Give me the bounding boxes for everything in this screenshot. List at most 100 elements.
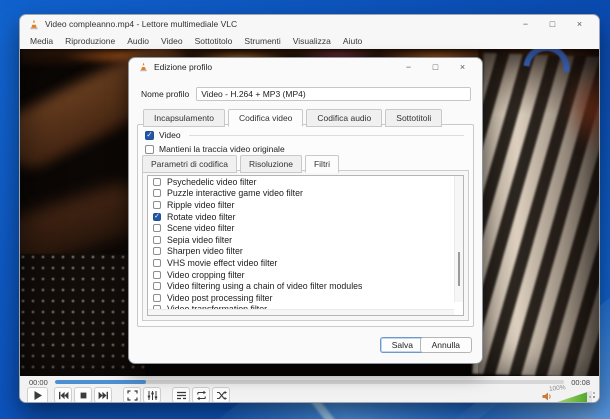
- subtab-risoluzione[interactable]: Risoluzione: [240, 155, 302, 173]
- filtri-panel: Psychedelic video filter Puzzle interacti…: [142, 170, 469, 321]
- menu-strumenti[interactable]: Strumenti: [244, 36, 280, 46]
- filter-label: Psychedelic video filter: [167, 176, 257, 187]
- video-subtabs: Parametri di codifica Risoluzione Filtri: [142, 155, 342, 173]
- menu-video[interactable]: Video: [161, 36, 183, 46]
- filter-item[interactable]: Scene video filter: [148, 222, 463, 234]
- keep-original-row: Mantieni la traccia video originale: [145, 144, 464, 154]
- filter-item[interactable]: Ripple video filter: [148, 199, 463, 211]
- profile-name-input[interactable]: [196, 87, 471, 101]
- dialog-maximize-icon[interactable]: □: [422, 58, 449, 76]
- playlist-icon: [176, 391, 186, 399]
- menu-visualizza[interactable]: Visualizza: [293, 36, 331, 46]
- next-icon: [98, 391, 108, 399]
- tab-codifica-video[interactable]: Codifica video: [228, 109, 304, 127]
- tab-incapsulamento[interactable]: Incapsulamento: [143, 109, 226, 127]
- filter-item[interactable]: Puzzle interactive game video filter: [148, 188, 463, 200]
- stop-button[interactable]: [74, 387, 92, 402]
- filter-label: Video cropping filter: [167, 269, 245, 280]
- filter-checkbox[interactable]: [153, 235, 161, 244]
- save-button[interactable]: Salva: [379, 337, 425, 353]
- seek-bar[interactable]: [54, 380, 565, 384]
- fullscreen-icon: [126, 389, 138, 401]
- play-icon: [34, 390, 42, 400]
- filter-checkbox[interactable]: [153, 270, 161, 279]
- filter-checkbox[interactable]: [153, 224, 161, 233]
- close-icon[interactable]: ×: [566, 15, 593, 33]
- loop-button[interactable]: [192, 387, 210, 402]
- controls-bar: 100%: [20, 384, 599, 402]
- filter-item[interactable]: Sepia video filter: [148, 234, 463, 246]
- codifica-video-panel: ✓ Video Mantieni la traccia video origin…: [137, 124, 474, 327]
- equalizer-icon: [147, 390, 157, 400]
- video-content-fabric-dark: [20, 254, 145, 376]
- filter-checkbox[interactable]: [153, 247, 161, 256]
- volume-control[interactable]: 100%: [542, 384, 592, 402]
- profile-name-row: Nome profilo: [141, 87, 471, 101]
- menu-riproduzione[interactable]: Riproduzione: [65, 36, 115, 46]
- filter-item[interactable]: VHS movie effect video filter: [148, 257, 463, 269]
- cancel-button[interactable]: Annulla: [419, 337, 472, 353]
- volume-fill: [556, 390, 587, 402]
- vlc-titlebar[interactable]: Video compleanno.mp4 - Lettore multimedi…: [20, 15, 599, 33]
- window-title: Video compleanno.mp4 - Lettore multimedi…: [45, 19, 238, 29]
- video-content-shading: [478, 49, 599, 376]
- fullscreen-button[interactable]: [123, 387, 141, 402]
- filter-item[interactable]: ✓ Rotate video filter: [148, 211, 463, 223]
- filter-checkbox[interactable]: [153, 282, 161, 291]
- dialog-close-icon[interactable]: ×: [449, 58, 476, 76]
- desktop: Video compleanno.mp4 - Lettore multimedi…: [0, 0, 610, 419]
- filter-list-hscrollbar[interactable]: [148, 309, 454, 315]
- subtab-parametri[interactable]: Parametri di codifica: [142, 155, 238, 173]
- filter-label: Puzzle interactive game video filter: [167, 188, 303, 199]
- minimize-icon[interactable]: −: [512, 15, 539, 33]
- vlc-cone-icon: [140, 62, 147, 72]
- filter-item[interactable]: Psychedelic video filter: [148, 176, 463, 188]
- subtab-filtri[interactable]: Filtri: [304, 155, 340, 173]
- dialog-tabs: Incapsulamento Codifica video Codifica a…: [143, 109, 445, 127]
- filter-item[interactable]: Sharpen video filter: [148, 246, 463, 258]
- next-button[interactable]: [94, 387, 112, 402]
- filter-item[interactable]: Video post processing filter: [148, 292, 463, 304]
- filter-checkbox[interactable]: ✓: [153, 212, 161, 221]
- shuffle-icon: [216, 390, 227, 400]
- filter-label: Rotate video filter: [167, 211, 236, 222]
- menu-aiuto[interactable]: Aiuto: [343, 36, 362, 46]
- video-content-blue-object: [523, 49, 573, 73]
- previous-button[interactable]: [54, 387, 72, 402]
- playlist-button[interactable]: [172, 387, 190, 402]
- extended-settings-button[interactable]: [143, 387, 161, 402]
- stop-icon: [80, 392, 86, 398]
- video-enabled-label: Video: [159, 130, 181, 140]
- filter-checkbox[interactable]: [153, 293, 161, 302]
- shuffle-button[interactable]: [212, 387, 230, 402]
- filter-item[interactable]: Wave video filter: [148, 315, 463, 316]
- vlc-cone-icon: [30, 19, 38, 29]
- filter-list-scrollbar[interactable]: [454, 176, 463, 302]
- keep-original-checkbox[interactable]: [145, 144, 154, 154]
- filter-checkbox[interactable]: [153, 258, 161, 267]
- play-button[interactable]: [27, 386, 48, 402]
- previous-icon: [58, 391, 68, 399]
- menu-audio[interactable]: Audio: [127, 36, 149, 46]
- dialog-titlebar[interactable]: Edizione profilo − □ ×: [129, 58, 482, 76]
- loop-icon: [196, 390, 206, 400]
- filter-checkbox[interactable]: [153, 200, 161, 209]
- resize-grip-icon[interactable]: [593, 396, 595, 398]
- maximize-icon[interactable]: □: [539, 15, 566, 33]
- filter-item[interactable]: Video cropping filter: [148, 269, 463, 281]
- video-enabled-checkbox[interactable]: ✓: [145, 130, 154, 140]
- filter-list[interactable]: Psychedelic video filter Puzzle interacti…: [147, 175, 464, 316]
- filter-label: Sepia video filter: [167, 234, 233, 245]
- dialog-minimize-icon[interactable]: −: [395, 58, 422, 76]
- filter-checkbox[interactable]: [153, 189, 161, 198]
- filter-item[interactable]: Video filtering using a chain of video f…: [148, 280, 463, 292]
- volume-slider[interactable]: [556, 390, 592, 402]
- filter-checkbox[interactable]: [153, 177, 161, 186]
- menu-sottotitolo[interactable]: Sottotitolo: [195, 36, 233, 46]
- scrollbar-thumb[interactable]: [458, 251, 460, 286]
- tab-codifica-audio[interactable]: Codifica audio: [306, 109, 383, 127]
- menu-media[interactable]: Media: [30, 36, 53, 46]
- filter-label: Ripple video filter: [167, 199, 235, 210]
- tab-sottotitoli[interactable]: Sottotitoli: [385, 109, 443, 127]
- seek-progress: [54, 380, 147, 384]
